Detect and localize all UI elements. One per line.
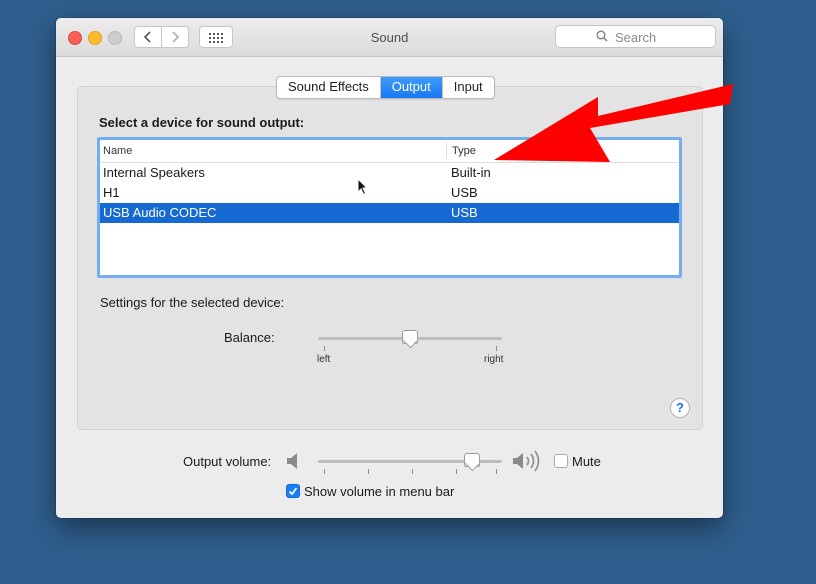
red-arrow-annotation (494, 84, 733, 162)
